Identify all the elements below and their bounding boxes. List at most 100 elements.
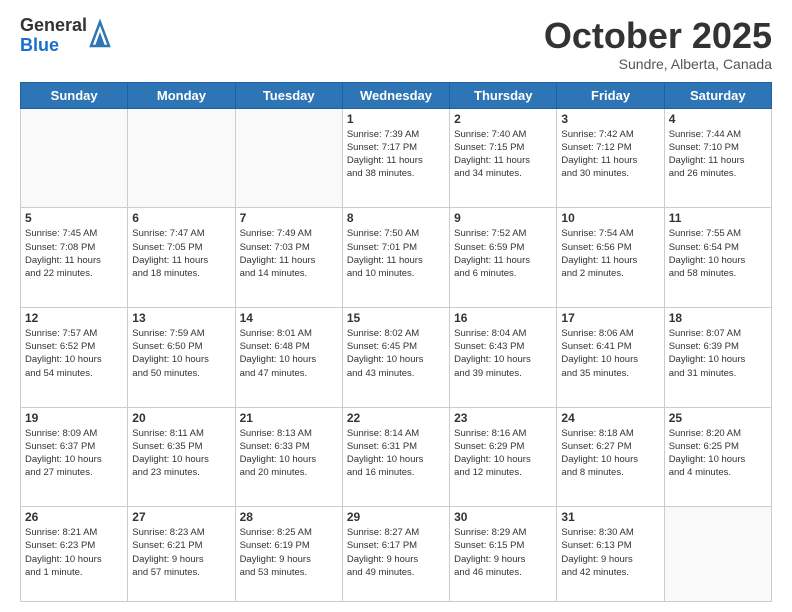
day-number: 21 — [240, 411, 338, 425]
calendar-week-row: 26 Sunrise: 8:21 AM Sunset: 6:23 PM Dayli… — [21, 507, 772, 602]
day-info: Sunrise: 7:40 AM Sunset: 7:15 PM Dayligh… — [454, 128, 552, 181]
calendar-cell: 13 Sunrise: 7:59 AM Sunset: 6:50 PM Dayli… — [128, 307, 235, 407]
calendar-cell: 2 Sunrise: 7:40 AM Sunset: 7:15 PM Daylig… — [450, 108, 557, 208]
day-info: Sunrise: 8:14 AM Sunset: 6:31 PM Dayligh… — [347, 427, 445, 480]
day-info: Sunrise: 7:59 AM Sunset: 6:50 PM Dayligh… — [132, 327, 230, 380]
day-number: 3 — [561, 112, 659, 126]
day-number: 2 — [454, 112, 552, 126]
calendar-cell: 3 Sunrise: 7:42 AM Sunset: 7:12 PM Daylig… — [557, 108, 664, 208]
day-info: Sunrise: 8:06 AM Sunset: 6:41 PM Dayligh… — [561, 327, 659, 380]
title-area: October 2025 Sundre, Alberta, Canada — [544, 16, 772, 72]
day-info: Sunrise: 8:29 AM Sunset: 6:15 PM Dayligh… — [454, 526, 552, 579]
day-info: Sunrise: 8:04 AM Sunset: 6:43 PM Dayligh… — [454, 327, 552, 380]
day-number: 15 — [347, 311, 445, 325]
calendar-cell: 19 Sunrise: 8:09 AM Sunset: 6:37 PM Dayli… — [21, 407, 128, 507]
calendar-cell: 8Sunrise: 7:50 AM Sunset: 7:01 PM Daylig… — [342, 208, 449, 308]
day-info: Sunrise: 8:16 AM Sunset: 6:29 PM Dayligh… — [454, 427, 552, 480]
calendar-cell: 27 Sunrise: 8:23 AM Sunset: 6:21 PM Dayli… — [128, 507, 235, 602]
weekday-header-saturday: Saturday — [664, 82, 771, 108]
calendar-cell: 12Sunrise: 7:57 AM Sunset: 6:52 PM Dayli… — [21, 307, 128, 407]
weekday-header-thursday: Thursday — [450, 82, 557, 108]
day-number: 11 — [669, 211, 767, 225]
weekday-header-wednesday: Wednesday — [342, 82, 449, 108]
day-info: Sunrise: 7:55 AM Sunset: 6:54 PM Dayligh… — [669, 227, 767, 280]
day-number: 1 — [347, 112, 445, 126]
calendar-cell: 10 Sunrise: 7:54 AM Sunset: 6:56 PM Dayli… — [557, 208, 664, 308]
day-info: Sunrise: 8:01 AM Sunset: 6:48 PM Dayligh… — [240, 327, 338, 380]
day-info: Sunrise: 8:23 AM Sunset: 6:21 PM Dayligh… — [132, 526, 230, 579]
day-number: 30 — [454, 510, 552, 524]
calendar-cell — [235, 108, 342, 208]
month-title: October 2025 — [544, 16, 772, 56]
day-number: 28 — [240, 510, 338, 524]
calendar-cell: 6 Sunrise: 7:47 AM Sunset: 7:05 PM Daylig… — [128, 208, 235, 308]
day-number: 18 — [669, 311, 767, 325]
calendar-week-row: 5 Sunrise: 7:45 AM Sunset: 7:08 PM Daylig… — [21, 208, 772, 308]
location-subtitle: Sundre, Alberta, Canada — [544, 56, 772, 72]
day-info: Sunrise: 7:47 AM Sunset: 7:05 PM Dayligh… — [132, 227, 230, 280]
calendar-week-row: 19 Sunrise: 8:09 AM Sunset: 6:37 PM Dayli… — [21, 407, 772, 507]
day-number: 31 — [561, 510, 659, 524]
day-number: 25 — [669, 411, 767, 425]
day-number: 8 — [347, 211, 445, 225]
day-number: 6 — [132, 211, 230, 225]
day-info: Sunrise: 8:11 AM Sunset: 6:35 PM Dayligh… — [132, 427, 230, 480]
day-info: Sunrise: 7:54 AM Sunset: 6:56 PM Dayligh… — [561, 227, 659, 280]
day-number: 13 — [132, 311, 230, 325]
day-info: Sunrise: 8:09 AM Sunset: 6:37 PM Dayligh… — [25, 427, 123, 480]
logo-general: General — [20, 16, 87, 36]
day-number: 26 — [25, 510, 123, 524]
calendar-cell: 31Sunrise: 8:30 AM Sunset: 6:13 PM Dayli… — [557, 507, 664, 602]
day-number: 10 — [561, 211, 659, 225]
calendar-table: SundayMondayTuesdayWednesdayThursdayFrid… — [20, 82, 772, 602]
day-info: Sunrise: 7:39 AM Sunset: 7:17 PM Dayligh… — [347, 128, 445, 181]
day-number: 22 — [347, 411, 445, 425]
calendar-cell: 24Sunrise: 8:18 AM Sunset: 6:27 PM Dayli… — [557, 407, 664, 507]
day-number: 20 — [132, 411, 230, 425]
calendar-cell: 26 Sunrise: 8:21 AM Sunset: 6:23 PM Dayli… — [21, 507, 128, 602]
day-number: 29 — [347, 510, 445, 524]
weekday-header-friday: Friday — [557, 82, 664, 108]
day-number: 23 — [454, 411, 552, 425]
day-info: Sunrise: 8:27 AM Sunset: 6:17 PM Dayligh… — [347, 526, 445, 579]
day-number: 9 — [454, 211, 552, 225]
calendar-cell: 16 Sunrise: 8:04 AM Sunset: 6:43 PM Dayli… — [450, 307, 557, 407]
day-info: Sunrise: 7:49 AM Sunset: 7:03 PM Dayligh… — [240, 227, 338, 280]
day-info: Sunrise: 8:21 AM Sunset: 6:23 PM Dayligh… — [25, 526, 123, 579]
day-number: 16 — [454, 311, 552, 325]
day-number: 27 — [132, 510, 230, 524]
day-info: Sunrise: 7:52 AM Sunset: 6:59 PM Dayligh… — [454, 227, 552, 280]
day-number: 14 — [240, 311, 338, 325]
weekday-header-monday: Monday — [128, 82, 235, 108]
calendar-cell: 7Sunrise: 7:49 AM Sunset: 7:03 PM Daylig… — [235, 208, 342, 308]
day-info: Sunrise: 7:42 AM Sunset: 7:12 PM Dayligh… — [561, 128, 659, 181]
logo-blue: Blue — [20, 36, 87, 56]
weekday-header-sunday: Sunday — [21, 82, 128, 108]
day-info: Sunrise: 8:18 AM Sunset: 6:27 PM Dayligh… — [561, 427, 659, 480]
calendar-cell: 9 Sunrise: 7:52 AM Sunset: 6:59 PM Daylig… — [450, 208, 557, 308]
calendar-week-row: 1 Sunrise: 7:39 AM Sunset: 7:17 PM Daylig… — [21, 108, 772, 208]
calendar-cell: 21 Sunrise: 8:13 AM Sunset: 6:33 PM Dayli… — [235, 407, 342, 507]
calendar-cell: 30 Sunrise: 8:29 AM Sunset: 6:15 PM Dayli… — [450, 507, 557, 602]
calendar-cell — [128, 108, 235, 208]
calendar-cell: 29 Sunrise: 8:27 AM Sunset: 6:17 PM Dayli… — [342, 507, 449, 602]
header: General Blue October 2025 Sundre, Albert… — [20, 16, 772, 72]
calendar-cell: 18 Sunrise: 8:07 AM Sunset: 6:39 PM Dayli… — [664, 307, 771, 407]
day-info: Sunrise: 8:13 AM Sunset: 6:33 PM Dayligh… — [240, 427, 338, 480]
calendar-cell: 4 Sunrise: 7:44 AM Sunset: 7:10 PM Daylig… — [664, 108, 771, 208]
day-info: Sunrise: 7:44 AM Sunset: 7:10 PM Dayligh… — [669, 128, 767, 181]
day-number: 19 — [25, 411, 123, 425]
calendar-cell: 20 Sunrise: 8:11 AM Sunset: 6:35 PM Dayli… — [128, 407, 235, 507]
calendar-cell — [21, 108, 128, 208]
day-info: Sunrise: 8:07 AM Sunset: 6:39 PM Dayligh… — [669, 327, 767, 380]
logo-icon — [89, 18, 111, 53]
weekday-header-row: SundayMondayTuesdayWednesdayThursdayFrid… — [21, 82, 772, 108]
logo: General Blue — [20, 16, 111, 56]
calendar-cell: 11 Sunrise: 7:55 AM Sunset: 6:54 PM Dayli… — [664, 208, 771, 308]
day-number: 4 — [669, 112, 767, 126]
day-number: 5 — [25, 211, 123, 225]
day-info: Sunrise: 7:45 AM Sunset: 7:08 PM Dayligh… — [25, 227, 123, 280]
calendar-cell: 28Sunrise: 8:25 AM Sunset: 6:19 PM Dayli… — [235, 507, 342, 602]
calendar-cell: 22 Sunrise: 8:14 AM Sunset: 6:31 PM Dayli… — [342, 407, 449, 507]
day-number: 12 — [25, 311, 123, 325]
